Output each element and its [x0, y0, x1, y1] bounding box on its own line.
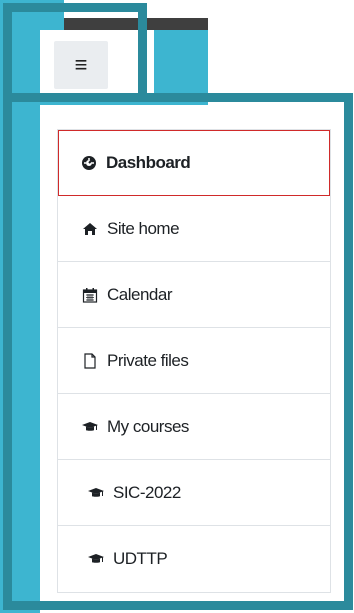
annotation-box-drawer	[3, 93, 353, 610]
annotation-box-menu	[3, 3, 147, 96]
